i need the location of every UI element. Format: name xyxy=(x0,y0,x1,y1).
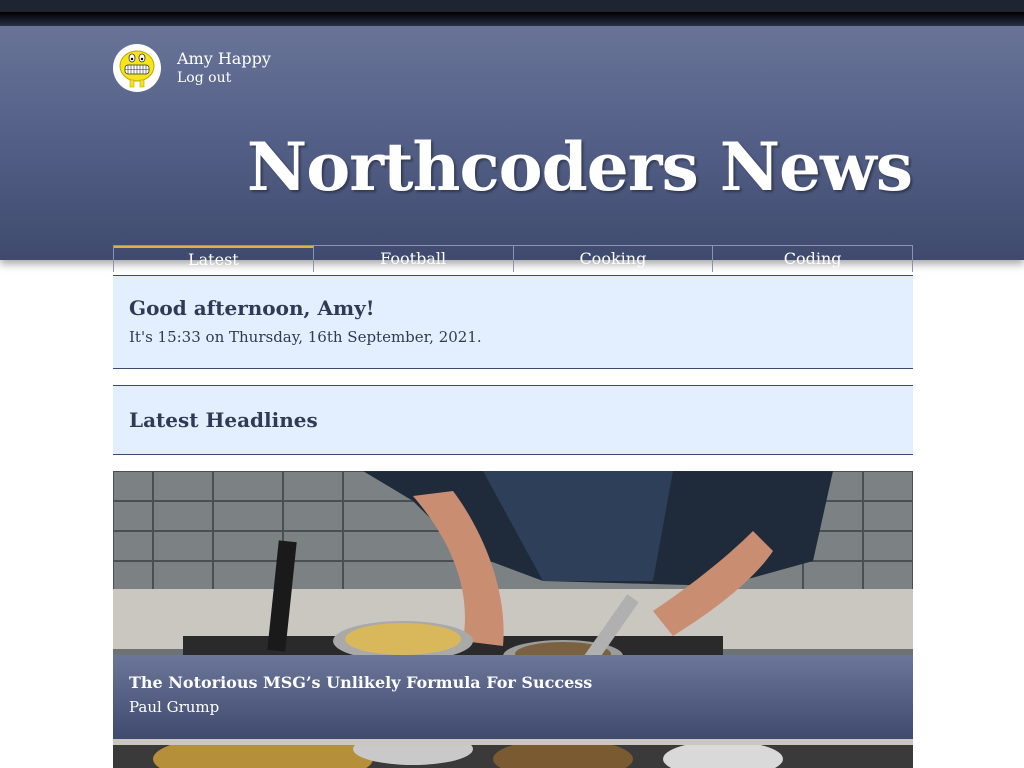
smiley-avatar-icon[interactable] xyxy=(113,44,161,92)
greeting-time: It's 15:33 on Thursday, 16th September, … xyxy=(129,328,482,346)
article-title[interactable]: The Notorious MSG’s Unlikely Formula For… xyxy=(129,673,897,692)
article-card-next[interactable] xyxy=(113,739,913,768)
logout-link[interactable]: Log out xyxy=(177,69,271,87)
top-bar xyxy=(0,12,1024,26)
user-text: Amy Happy Log out xyxy=(177,49,271,87)
headlines-panel: Latest Headlines xyxy=(113,385,913,455)
site-title[interactable]: Northcoders News xyxy=(247,128,913,206)
nav-tab-football[interactable]: Football xyxy=(314,246,514,272)
article-image-next xyxy=(113,739,913,768)
topic-nav: Latest Football Cooking Coding xyxy=(113,245,913,272)
greeting-title: Good afternoon, Amy! xyxy=(129,296,375,320)
article-author: Paul Grump xyxy=(129,698,220,716)
nav-tab-coding[interactable]: Coding xyxy=(713,246,912,272)
user-info: Amy Happy Log out xyxy=(113,44,271,92)
article-caption: The Notorious MSG’s Unlikely Formula For… xyxy=(113,655,913,739)
nav-tab-latest[interactable]: Latest xyxy=(114,246,314,272)
user-name: Amy Happy xyxy=(177,49,271,68)
headlines-title: Latest Headlines xyxy=(129,408,318,432)
greeting-panel: Good afternoon, Amy! It's 15:33 on Thurs… xyxy=(113,275,913,369)
article-card[interactable]: The Notorious MSG’s Unlikely Formula For… xyxy=(113,471,913,739)
nav-tab-cooking[interactable]: Cooking xyxy=(514,246,714,272)
site-header: Amy Happy Log out Northcoders News Lates… xyxy=(0,0,1024,272)
